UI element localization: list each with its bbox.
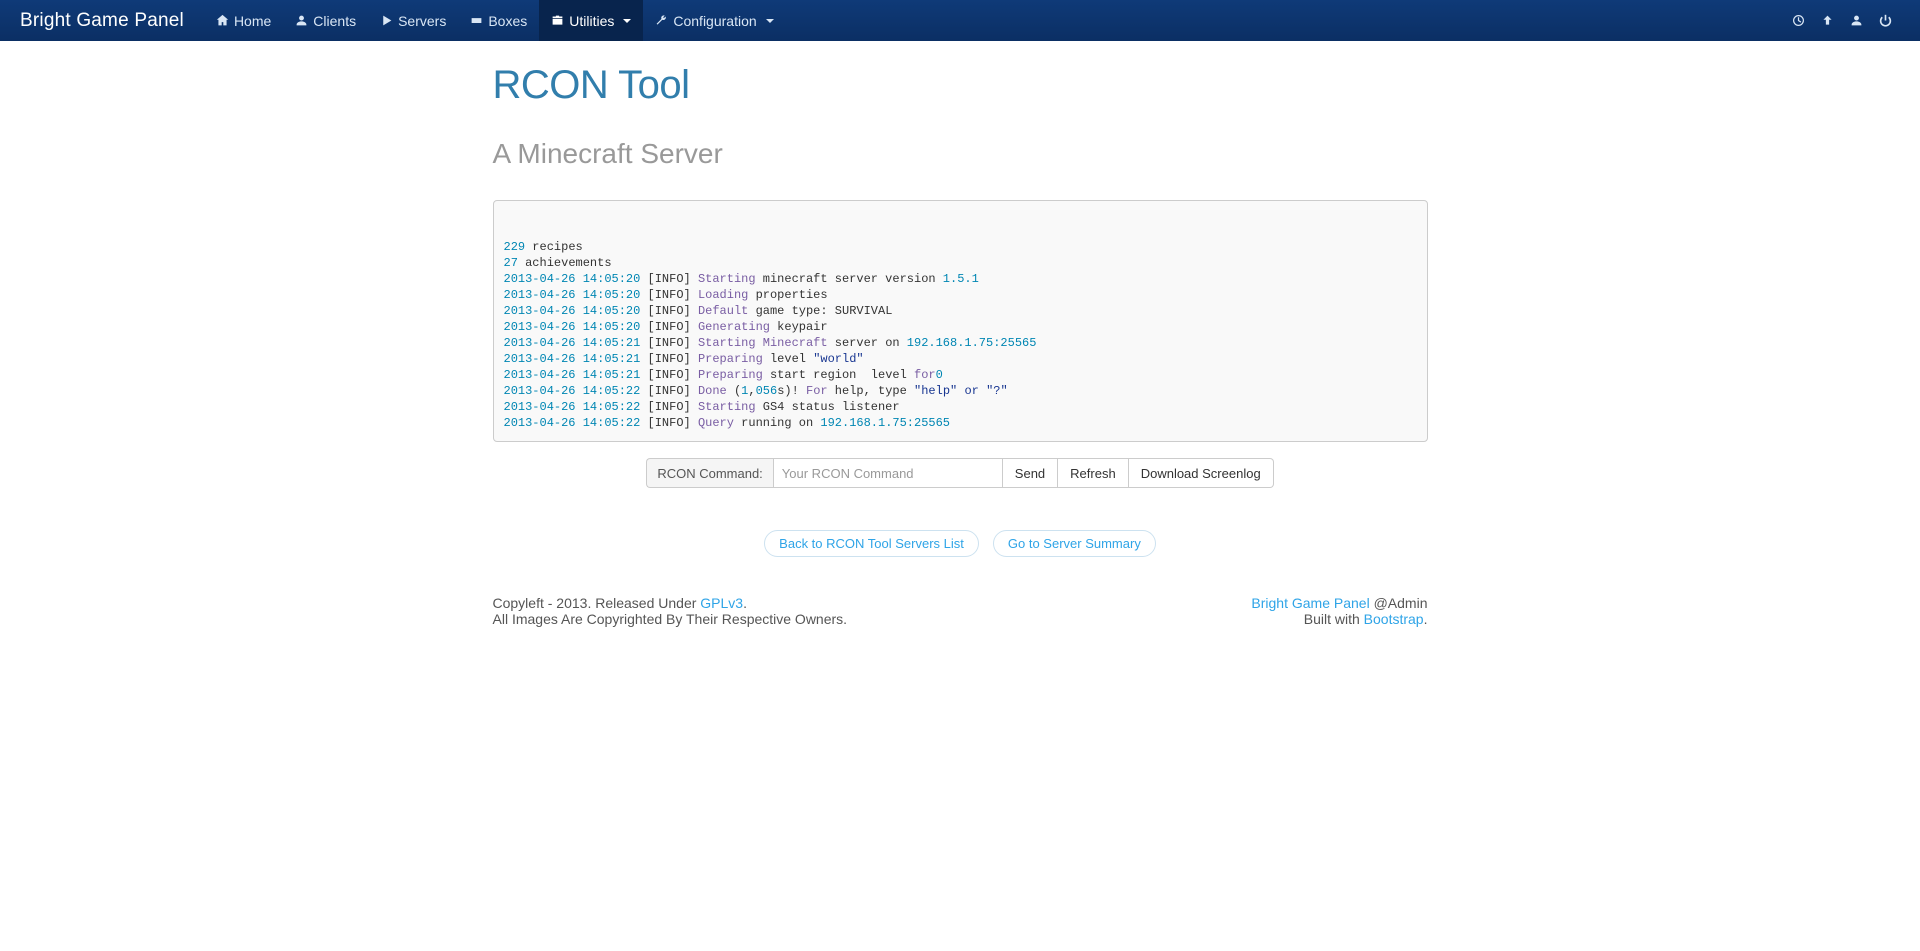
console-line: 2013-04-26 14:05:22 [INFO] Query running… (504, 415, 1417, 431)
arrow-up-icon (1821, 14, 1834, 27)
briefcase-icon (551, 14, 564, 27)
nav-clock[interactable] (1784, 0, 1813, 41)
page-title: RCON Tool (493, 63, 1428, 108)
nav-home-label: Home (234, 13, 271, 29)
footer-images: All Images Are Copyrighted By Their Resp… (493, 611, 848, 627)
download-screenlog-button[interactable]: Download Screenlog (1129, 458, 1274, 488)
hdd-icon (470, 14, 483, 27)
power-icon (1879, 14, 1892, 27)
rcon-command-label: RCON Command: (646, 458, 772, 488)
nav-boxes-label: Boxes (488, 13, 527, 29)
nav-configuration-label: Configuration (673, 13, 756, 29)
nav-home[interactable]: Home (204, 0, 283, 41)
user-icon (295, 14, 308, 27)
console-line: 2013-04-26 14:05:20 [INFO] Default game … (504, 303, 1417, 319)
go-to-server-summary-button[interactable]: Go to Server Summary (993, 530, 1156, 557)
console-line: 2013-04-26 14:05:22 [INFO] Done (1,056s)… (504, 383, 1417, 399)
nav-user[interactable] (1842, 0, 1871, 41)
brand-title[interactable]: Bright Game Panel (20, 10, 184, 32)
nav-servers[interactable]: Servers (368, 0, 458, 41)
nav-boxes[interactable]: Boxes (458, 0, 539, 41)
footer: Copyleft - 2013. Released Under GPLv3. A… (493, 595, 1428, 627)
rcon-command-input[interactable] (773, 458, 1003, 488)
user-icon (1850, 14, 1863, 27)
console-line: 2013-04-26 14:05:20 [INFO] Loading prope… (504, 287, 1417, 303)
console-line: 2013-04-26 14:05:21 [INFO] Preparing sta… (504, 367, 1417, 383)
home-icon (216, 14, 229, 27)
console-line: 27 achievements (504, 255, 1417, 271)
refresh-button[interactable]: Refresh (1058, 458, 1129, 488)
wrench-icon (655, 14, 668, 27)
clock-icon (1792, 14, 1805, 27)
nav-power[interactable] (1871, 0, 1900, 41)
footer-built-with: Built with Bootstrap. (1251, 611, 1427, 627)
footer-brand-admin: Bright Game Panel @Admin (1251, 595, 1427, 611)
footer-brand-link[interactable]: Bright Game Panel (1251, 595, 1369, 611)
nav-utilities[interactable]: Utilities (539, 0, 643, 41)
footer-copyleft: Copyleft - 2013. Released Under GPLv3. (493, 595, 848, 611)
play-icon (380, 14, 393, 27)
server-name-heading: A Minecraft Server (493, 138, 1428, 170)
console-line: 229 recipes (504, 239, 1417, 255)
caret-icon (766, 19, 774, 23)
console-line: 2013-04-26 14:05:21 [INFO] Preparing lev… (504, 351, 1417, 367)
gpl-link[interactable]: GPLv3 (700, 595, 743, 611)
console-line: 2013-04-26 14:05:21 [INFO] Starting Mine… (504, 335, 1417, 351)
nav-upload[interactable] (1813, 0, 1842, 41)
rcon-form-row: RCON Command: Send Refresh Download Scre… (493, 458, 1428, 488)
bottom-nav-row: Back to RCON Tool Servers List Go to Ser… (493, 530, 1428, 557)
top-navbar: Bright Game Panel Home Clients Servers B… (0, 0, 1920, 41)
nav-utilities-label: Utilities (569, 13, 614, 29)
bootstrap-link[interactable]: Bootstrap (1364, 611, 1424, 627)
caret-icon (623, 19, 631, 23)
nav-servers-label: Servers (398, 13, 446, 29)
nav-configuration[interactable]: Configuration (643, 0, 785, 41)
send-button[interactable]: Send (1003, 458, 1058, 488)
nav-clients[interactable]: Clients (283, 0, 368, 41)
nav-clients-label: Clients (313, 13, 356, 29)
console-line: 2013-04-26 14:05:20 [INFO] Generating ke… (504, 319, 1417, 335)
back-to-servers-list-button[interactable]: Back to RCON Tool Servers List (764, 530, 979, 557)
console-line: 2013-04-26 14:05:22 [INFO] Starting GS4 … (504, 399, 1417, 415)
console-output: 229 recipes27 achievements2013-04-26 14:… (493, 200, 1428, 442)
console-line: 2013-04-26 14:05:20 [INFO] Starting mine… (504, 271, 1417, 287)
main-nav: Home Clients Servers Boxes Utilities Con… (204, 0, 786, 41)
